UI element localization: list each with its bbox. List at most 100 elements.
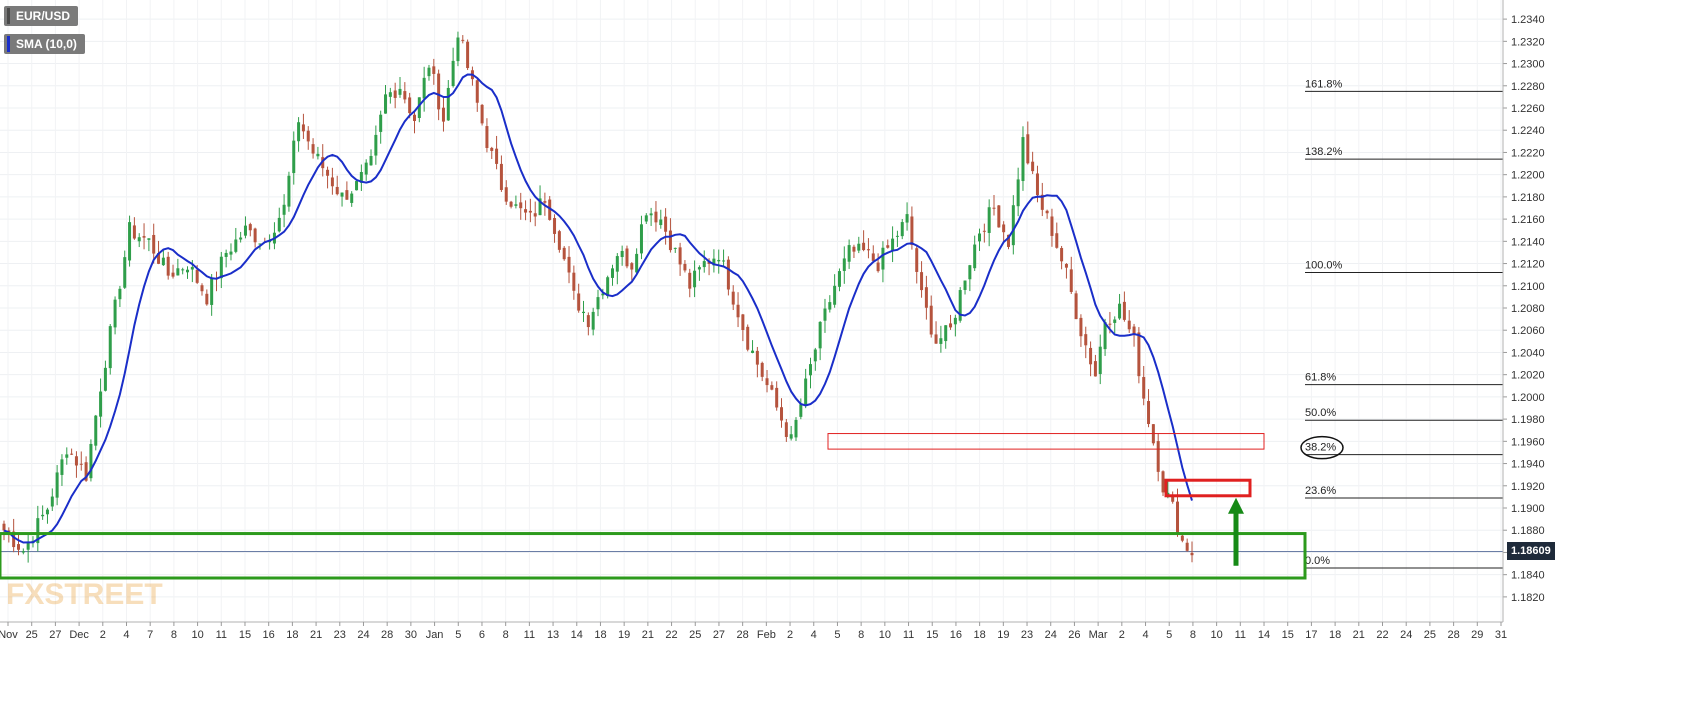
candle-body: [818, 321, 822, 349]
x-tick-label: 4: [1142, 629, 1148, 641]
x-tick-label: Jan: [426, 629, 444, 641]
candle-body: [292, 140, 296, 174]
fib-level-label: 100.0%: [1305, 259, 1343, 271]
candle-body: [1045, 210, 1049, 214]
candle-body: [441, 107, 445, 122]
candle-body: [60, 459, 64, 475]
price-axis[interactable]: 1.18201.18401.18601.18801.19001.19201.19…: [1502, 0, 1545, 622]
candle-body: [987, 207, 991, 233]
candle-body: [1079, 317, 1083, 337]
x-tick-label: 14: [1258, 629, 1270, 641]
fib-level-label: 161.8%: [1305, 78, 1343, 90]
candle-body: [804, 378, 808, 405]
candle-body: [432, 66, 436, 74]
candle-body: [697, 267, 701, 270]
candle-body: [55, 472, 59, 498]
x-tick-label: 24: [1045, 629, 1057, 641]
x-tick-label: Dec: [69, 629, 89, 641]
candle-body: [944, 325, 948, 342]
candle-body: [335, 186, 339, 195]
x-tick-label: 4: [811, 629, 817, 641]
candle-body: [1026, 134, 1030, 164]
candle-body: [765, 378, 769, 386]
candle-body: [509, 201, 513, 207]
candle-body: [596, 297, 600, 310]
candle-body: [915, 248, 919, 272]
candle-body: [567, 256, 571, 273]
candle-body: [466, 41, 470, 69]
candle-body: [891, 238, 895, 251]
candle-body: [789, 434, 793, 439]
x-tick-label: 10: [191, 629, 203, 641]
candle-body: [113, 299, 117, 328]
candle-body: [393, 90, 397, 98]
candle-body: [446, 87, 450, 121]
candle-body: [186, 269, 190, 273]
candle-body: [248, 224, 252, 231]
candle-body: [1142, 377, 1146, 399]
x-tick-label: 13: [547, 629, 559, 641]
x-tick-label: 25: [1424, 629, 1436, 641]
price-chart[interactable]: 161.8% 138.2% 100.0% 61.8% 50.0% 38.2% 23.6% 0.…: [0, 0, 1707, 703]
candle-body: [572, 272, 576, 291]
candle-body: [326, 169, 330, 176]
candle-body: [1161, 471, 1165, 493]
candle-body: [108, 326, 112, 369]
y-tick-label: 1.2120: [1511, 259, 1545, 271]
candle-body: [997, 205, 1001, 228]
candle-body: [384, 94, 388, 114]
candle-body: [1016, 179, 1020, 207]
y-tick-label: 1.1980: [1511, 414, 1545, 426]
y-tick-label: 1.1940: [1511, 459, 1545, 471]
x-tick-label: 25: [26, 629, 38, 641]
x-tick-label: 18: [594, 629, 606, 641]
symbol-legend[interactable]: EUR/USD: [4, 6, 79, 26]
x-tick-label: 30: [405, 629, 417, 641]
candle-body: [905, 214, 909, 223]
candle-body: [137, 237, 141, 242]
candle-body: [794, 419, 798, 438]
candle-body: [591, 311, 595, 330]
y-tick-label: 1.2200: [1511, 170, 1545, 182]
x-tick-label: 23: [334, 629, 346, 641]
candle-body: [1137, 332, 1141, 377]
candle-body: [514, 204, 518, 206]
x-tick-label: 31: [1495, 629, 1507, 641]
candle-body: [562, 247, 566, 260]
y-tick-label: 1.1960: [1511, 436, 1545, 448]
x-tick-label: 26: [1068, 629, 1080, 641]
x-tick-label: 18: [974, 629, 986, 641]
candle-body: [1176, 501, 1180, 534]
candle-body: [770, 385, 774, 390]
candle-body: [910, 216, 914, 245]
x-tick-label: 24: [1400, 629, 1412, 641]
candle-body: [499, 163, 503, 190]
candle-body: [543, 201, 547, 203]
x-tick-label: 29: [1471, 629, 1483, 641]
candle-body: [736, 304, 740, 318]
candle-body: [2, 523, 6, 531]
time-axis[interactable]: Nov 25 27 Dec 2 4 7 8 10 11 15 16 18 21 23 24 28 30 Jan 5 6 8…: [0, 621, 1507, 641]
indicator-legend[interactable]: SMA (10,0): [4, 34, 85, 54]
candle-body: [490, 147, 494, 151]
candle-body: [379, 114, 383, 132]
candle-body: [828, 302, 832, 310]
x-tick-label: 11: [524, 629, 535, 641]
indicator-label: SMA (10,0): [16, 37, 77, 51]
candle-body: [142, 236, 146, 238]
candle-body: [760, 362, 764, 377]
fib-level-label: 138.2%: [1305, 146, 1343, 158]
candle-body: [45, 509, 49, 515]
x-tick-label: 23: [1021, 629, 1033, 641]
candle-body: [355, 181, 359, 191]
y-tick-label: 1.1820: [1511, 592, 1545, 604]
x-tick-label: 6: [479, 629, 485, 641]
y-tick-label: 1.2020: [1511, 370, 1545, 382]
candle-body: [639, 224, 643, 254]
candle-body: [731, 291, 735, 305]
fib-level-label: 61.8%: [1305, 372, 1336, 384]
y-tick-label: 1.2040: [1511, 347, 1545, 359]
candle-body: [1180, 535, 1184, 541]
candle-body: [968, 265, 972, 280]
candle-body: [755, 350, 759, 365]
